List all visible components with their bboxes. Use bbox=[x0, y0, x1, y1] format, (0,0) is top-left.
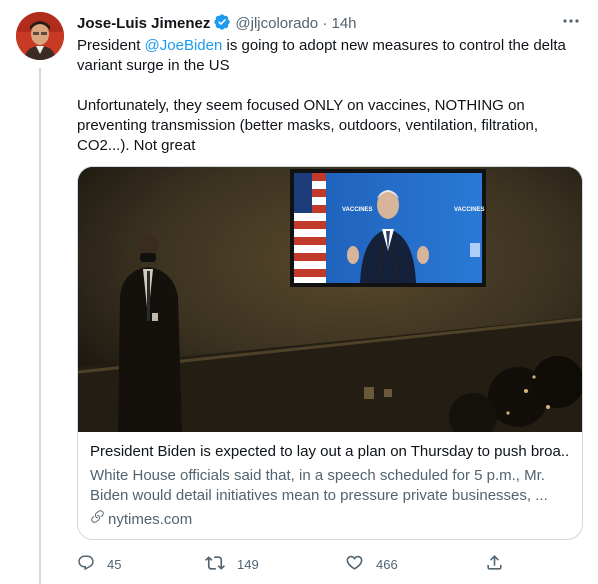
screen-banner-left: VACCINES bbox=[342, 207, 373, 213]
card-description-line-2: Biden would detail initiatives mean to p… bbox=[90, 487, 548, 504]
share-icon bbox=[485, 553, 516, 575]
verified-badge-icon bbox=[213, 13, 231, 37]
retweet-count: 149 bbox=[237, 556, 259, 572]
tweet-paragraph-2: Unfortunately, they seem focused ONLY on… bbox=[77, 97, 539, 154]
reply-icon bbox=[77, 554, 107, 575]
card-description: White House officials said that, in a sp… bbox=[90, 466, 570, 506]
tweet-header: Jose-Luis Jimenez @jljcolorado · 14h bbox=[77, 13, 584, 35]
retweet-button[interactable]: 149 bbox=[205, 550, 259, 578]
thread-line bbox=[39, 68, 41, 584]
tweet-timestamp[interactable]: 14h bbox=[332, 15, 357, 32]
avatar[interactable] bbox=[16, 12, 64, 60]
like-icon bbox=[345, 553, 376, 575]
card-domain: nytimes.com bbox=[90, 509, 570, 530]
action-bar: 45 149 466 bbox=[77, 550, 507, 578]
card-description-line-1: White House officials said that, in a sp… bbox=[90, 467, 545, 484]
tweet-text: President @JoeBiden is going to adopt ne… bbox=[77, 36, 582, 156]
author-name[interactable]: Jose-Luis Jimenez bbox=[77, 15, 210, 32]
tweet-paragraph-1: President @JoeBiden is going to adopt ne… bbox=[77, 36, 582, 76]
tweet-text-segment: President bbox=[77, 37, 145, 54]
more-icon[interactable] bbox=[560, 10, 582, 32]
card-title: President Biden is expected to lay out a… bbox=[90, 443, 570, 460]
card-domain-text: nytimes.com bbox=[108, 510, 193, 528]
retweet-icon bbox=[205, 553, 237, 576]
like-count: 466 bbox=[376, 556, 398, 572]
screen-banner-right: VACCINES bbox=[454, 207, 485, 213]
card-image: VACCINES VACCINES bbox=[78, 167, 582, 432]
link-icon bbox=[90, 509, 108, 530]
link-card[interactable]: VACCINES VACCINES President Biden is exp… bbox=[77, 166, 583, 540]
separator-dot: · bbox=[322, 15, 328, 32]
share-button[interactable] bbox=[485, 550, 516, 578]
reply-count: 45 bbox=[107, 556, 122, 572]
mention-link[interactable]: @JoeBiden bbox=[145, 37, 223, 54]
card-body: President Biden is expected to lay out a… bbox=[90, 442, 570, 530]
like-button[interactable]: 466 bbox=[345, 550, 398, 578]
author-handle[interactable]: @jljcolorado bbox=[235, 15, 318, 32]
reply-button[interactable]: 45 bbox=[77, 550, 121, 578]
